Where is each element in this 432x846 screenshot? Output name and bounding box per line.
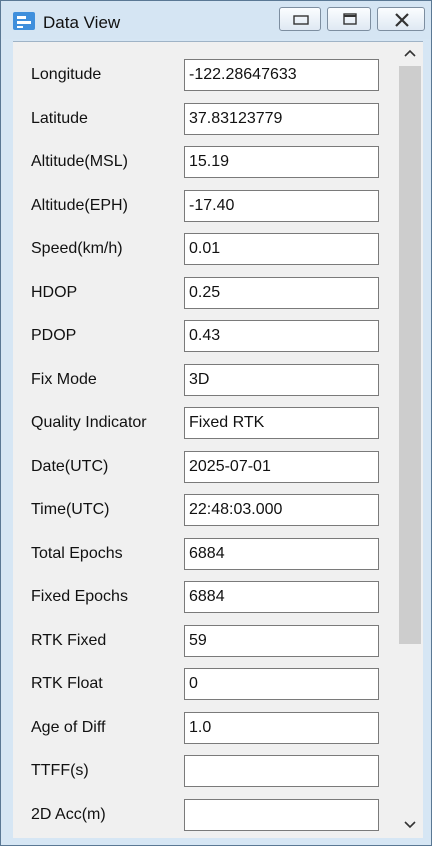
field-label: Quality Indicator	[31, 414, 147, 431]
chevron-up-icon	[404, 49, 416, 57]
field-value[interactable]: 6884	[184, 581, 379, 613]
data-panel: Longitude -122.28647633 Latitude 37.8312377…	[13, 41, 423, 838]
field-value[interactable]: 59	[184, 625, 379, 657]
field-value[interactable]: 22:48:03.000	[184, 494, 379, 526]
field-value[interactable]: 2025-07-01	[184, 451, 379, 483]
minimize-icon	[293, 15, 309, 25]
field-value[interactable]: 15.19	[184, 146, 379, 178]
field-label: HDOP	[31, 284, 78, 301]
minimize-button[interactable]	[279, 7, 321, 31]
field-label: TTFF(s)	[31, 762, 89, 779]
field-label: Time(UTC)	[31, 501, 110, 518]
data-view-window: Data View Longitude -122.28647633 Latitude…	[0, 0, 432, 846]
field-label: Latitude	[31, 110, 88, 127]
field-label: RTK Fixed	[31, 632, 107, 649]
field-value[interactable]: 0	[184, 668, 379, 700]
field-value[interactable]	[184, 799, 379, 831]
field-label: RTK Float	[31, 675, 103, 692]
restore-button[interactable]	[327, 7, 371, 31]
field-label: Altitude(MSL)	[31, 153, 128, 170]
window-title: Data View	[43, 13, 121, 32]
app-icon	[13, 12, 35, 30]
field-value[interactable]: 0.25	[184, 277, 379, 309]
field-value[interactable]: 3D	[184, 364, 379, 396]
field-value[interactable]	[184, 755, 379, 787]
field-value[interactable]: Fixed RTK	[184, 407, 379, 439]
field-label: PDOP	[31, 327, 77, 344]
vertical-scrollbar[interactable]	[397, 42, 423, 838]
field-label: Speed(km/h)	[31, 240, 123, 257]
field-label: Longitude	[31, 66, 102, 83]
field-label: 2D Acc(m)	[31, 806, 106, 823]
field-label: Total Epochs	[31, 545, 123, 562]
close-icon	[395, 13, 409, 27]
scroll-down-button[interactable]	[397, 814, 423, 836]
field-value[interactable]: 37.83123779	[184, 103, 379, 135]
title-bar[interactable]: Data View	[1, 1, 431, 39]
field-label: Fixed Epochs	[31, 588, 128, 605]
field-value[interactable]: -122.28647633	[184, 59, 379, 91]
field-value[interactable]: -17.40	[184, 190, 379, 222]
chevron-down-icon	[404, 821, 416, 829]
field-label: Fix Mode	[31, 371, 97, 388]
field-value[interactable]: 0.01	[184, 233, 379, 265]
field-label: Age of Diff	[31, 719, 106, 736]
restore-icon	[343, 13, 357, 25]
close-button[interactable]	[377, 7, 425, 31]
scroll-thumb[interactable]	[399, 66, 421, 644]
scroll-up-button[interactable]	[397, 42, 423, 64]
field-value[interactable]: 6884	[184, 538, 379, 570]
field-value[interactable]: 1.0	[184, 712, 379, 744]
field-label: Date(UTC)	[31, 458, 109, 475]
field-value[interactable]: 0.43	[184, 320, 379, 352]
field-label: Altitude(EPH)	[31, 197, 128, 214]
